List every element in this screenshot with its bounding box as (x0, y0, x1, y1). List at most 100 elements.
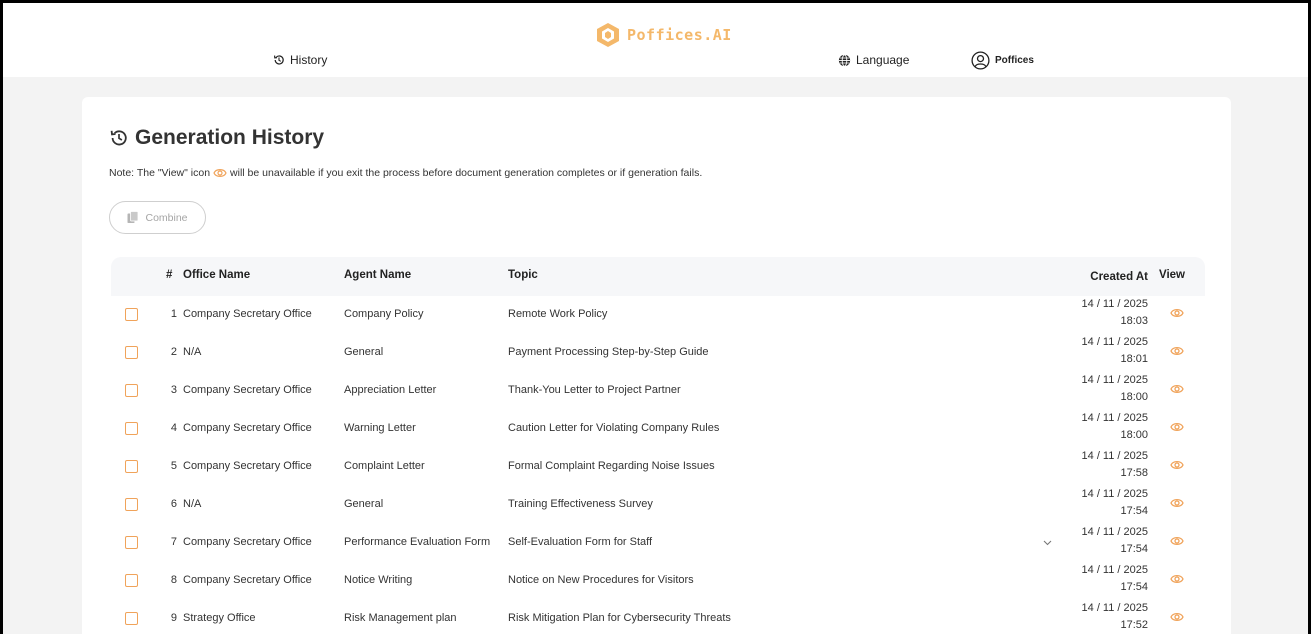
row-number: 5 (170, 460, 177, 472)
history-icon (274, 55, 284, 65)
row-select-checkbox[interactable] (125, 460, 138, 473)
row-office-name: Company Secretary Office (183, 384, 312, 396)
row-number: 3 (170, 384, 177, 396)
row-select-checkbox[interactable] (125, 384, 138, 397)
eye-icon[interactable] (1170, 345, 1184, 360)
row-created-time: 17:54 (1120, 543, 1148, 555)
note-text-end: will be unavailable if you exit the proc… (230, 167, 703, 179)
row-office-name: Company Secretary Office (183, 422, 312, 434)
row-topic: Formal Complaint Regarding Noise Issues (508, 460, 715, 472)
row-created-at: 14 / 11 / 2025 17:54 (1082, 524, 1148, 558)
table-row[interactable]: 1 Company Secretary Office Company Policy R… (111, 296, 1205, 334)
row-created-at: 14 / 11 / 2025 18:03 (1082, 296, 1148, 330)
eye-icon[interactable] (1170, 383, 1184, 398)
table-row[interactable]: 5 Company Secretary Office Complaint Lette… (111, 448, 1205, 486)
eye-icon[interactable] (1170, 535, 1184, 550)
row-created-at: 14 / 11 / 2025 17:54 (1082, 486, 1148, 520)
row-agent-name: Performance Evaluation Form (344, 536, 491, 548)
row-created-time: 17:54 (1120, 505, 1148, 517)
history-table: # Office Name Agent Name Topic Created A… (111, 257, 1205, 634)
row-topic: Thank-You Letter to Project Partner (508, 384, 681, 396)
row-created-at: 14 / 11 / 2025 18:00 (1082, 372, 1148, 406)
note-text-start: Note: The "View" icon (109, 167, 211, 179)
combine-button-label: Combine (145, 211, 188, 224)
nav-history[interactable]: History (273, 51, 327, 69)
globe-icon (838, 53, 851, 67)
row-number: 8 (170, 574, 177, 586)
nav-language[interactable]: Language (838, 51, 909, 69)
row-number: 7 (170, 536, 177, 548)
row-select-checkbox[interactable] (125, 308, 138, 321)
row-select-checkbox[interactable] (125, 536, 138, 549)
row-select-checkbox[interactable] (125, 498, 138, 511)
table-row[interactable]: 7 Company Secretary Office Performance Eva… (111, 524, 1205, 562)
eye-icon[interactable] (1170, 573, 1184, 588)
row-office-name: Company Secretary Office (183, 536, 312, 548)
row-office-name: N/A (183, 498, 202, 510)
table-body: 1 Company Secretary Office Company Policy R… (111, 296, 1205, 634)
user-circle-icon (971, 50, 990, 70)
row-select-checkbox[interactable] (125, 612, 138, 625)
row-number: 6 (170, 498, 177, 510)
header-view: View (1159, 269, 1185, 281)
table-row[interactable]: 3 Company Secretary Office Appreciation Le… (111, 372, 1205, 410)
eye-icon[interactable] (1170, 611, 1184, 626)
row-topic: Payment Processing Step-by-Step Guide (508, 346, 709, 358)
table-row[interactable]: 2 N/A General Payment Processing Step-by-St… (111, 334, 1205, 372)
nav-account[interactable]: Poffices (971, 50, 1034, 70)
row-office-name: Company Secretary Office (183, 574, 312, 586)
eye-icon[interactable] (1170, 497, 1184, 512)
row-select-checkbox[interactable] (125, 346, 138, 359)
row-created-at: 14 / 11 / 2025 18:01 (1082, 334, 1148, 368)
eye-icon[interactable] (1170, 459, 1184, 474)
row-select-checkbox[interactable] (125, 422, 138, 435)
app-window: Poffices.AI History Language Poffices Ge… (3, 3, 1308, 634)
row-created-date: 14 / 11 / 2025 (1081, 488, 1148, 500)
eye-icon (213, 169, 227, 177)
row-agent-name: Risk Management plan (344, 612, 457, 624)
row-created-date: 14 / 11 / 2025 (1081, 412, 1148, 424)
header-agent-name: Agent Name (344, 269, 412, 281)
row-created-time: 18:03 (1120, 315, 1148, 327)
generation-history-card: Generation History Note: The "View" icon… (82, 97, 1231, 634)
page-title-text: Generation History (135, 126, 325, 149)
table-row[interactable]: 6 N/A General Training Effectiveness Survey… (111, 486, 1205, 524)
row-topic: Remote Work Policy (508, 308, 608, 320)
table-row[interactable]: 9 Strategy Office Risk Management plan Risk… (111, 600, 1205, 634)
table-row[interactable]: 8 Company Secretary Office Notice Writing N… (111, 562, 1205, 600)
combine-button[interactable]: Combine (109, 201, 206, 234)
row-agent-name: Warning Letter (344, 422, 416, 434)
copy-icon (127, 211, 139, 223)
row-select-checkbox[interactable] (125, 574, 138, 587)
row-created-at: 14 / 11 / 2025 17:54 (1082, 562, 1148, 596)
row-number: 9 (170, 612, 177, 624)
eye-icon[interactable] (1170, 421, 1184, 436)
row-number: 4 (170, 422, 177, 434)
brand-logo-link[interactable]: Poffices.AI (595, 21, 732, 49)
row-created-at: 14 / 11 / 2025 18:00 (1082, 410, 1148, 444)
row-created-time: 18:00 (1120, 391, 1148, 403)
row-created-date: 14 / 11 / 2025 (1081, 564, 1148, 576)
row-created-date: 14 / 11 / 2025 (1081, 298, 1148, 310)
top-navigation: Poffices.AI History Language Poffices (3, 3, 1308, 77)
row-office-name: Company Secretary Office (183, 460, 312, 472)
chevron-down-icon[interactable] (1043, 537, 1052, 549)
row-number: 2 (170, 346, 177, 358)
table-row[interactable]: 4 Company Secretary Office Warning Letter C… (111, 410, 1205, 448)
row-topic: Caution Letter for Violating Company Rul… (508, 422, 720, 434)
row-created-at: 14 / 11 / 2025 17:58 (1082, 448, 1148, 482)
header-number: # (166, 269, 173, 281)
row-agent-name: General (344, 346, 384, 358)
row-agent-name: General (344, 498, 384, 510)
row-agent-name: Company Policy (344, 308, 424, 320)
eye-icon[interactable] (1170, 307, 1184, 322)
nav-account-label: Poffices (995, 54, 1034, 66)
row-agent-name: Appreciation Letter (344, 384, 437, 396)
row-agent-name: Complaint Letter (344, 460, 425, 472)
row-created-date: 14 / 11 / 2025 (1081, 336, 1148, 348)
row-office-name: N/A (183, 346, 202, 358)
row-created-date: 14 / 11 / 2025 (1081, 450, 1148, 462)
row-office-name: Strategy Office (183, 612, 256, 624)
row-topic: Notice on New Procedures for Visitors (508, 574, 694, 586)
view-availability-note: Note: The "View" icon will be unavailabl… (109, 167, 702, 179)
